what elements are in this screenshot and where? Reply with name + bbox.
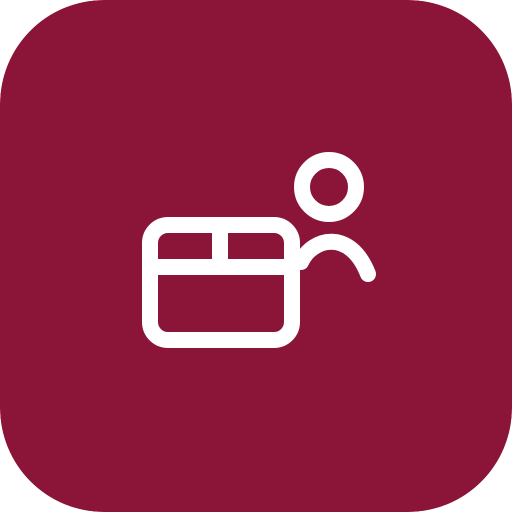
icon-background: [0, 0, 512, 512]
board-user-icon: [0, 0, 512, 512]
app-icon-tile[interactable]: [0, 0, 512, 512]
